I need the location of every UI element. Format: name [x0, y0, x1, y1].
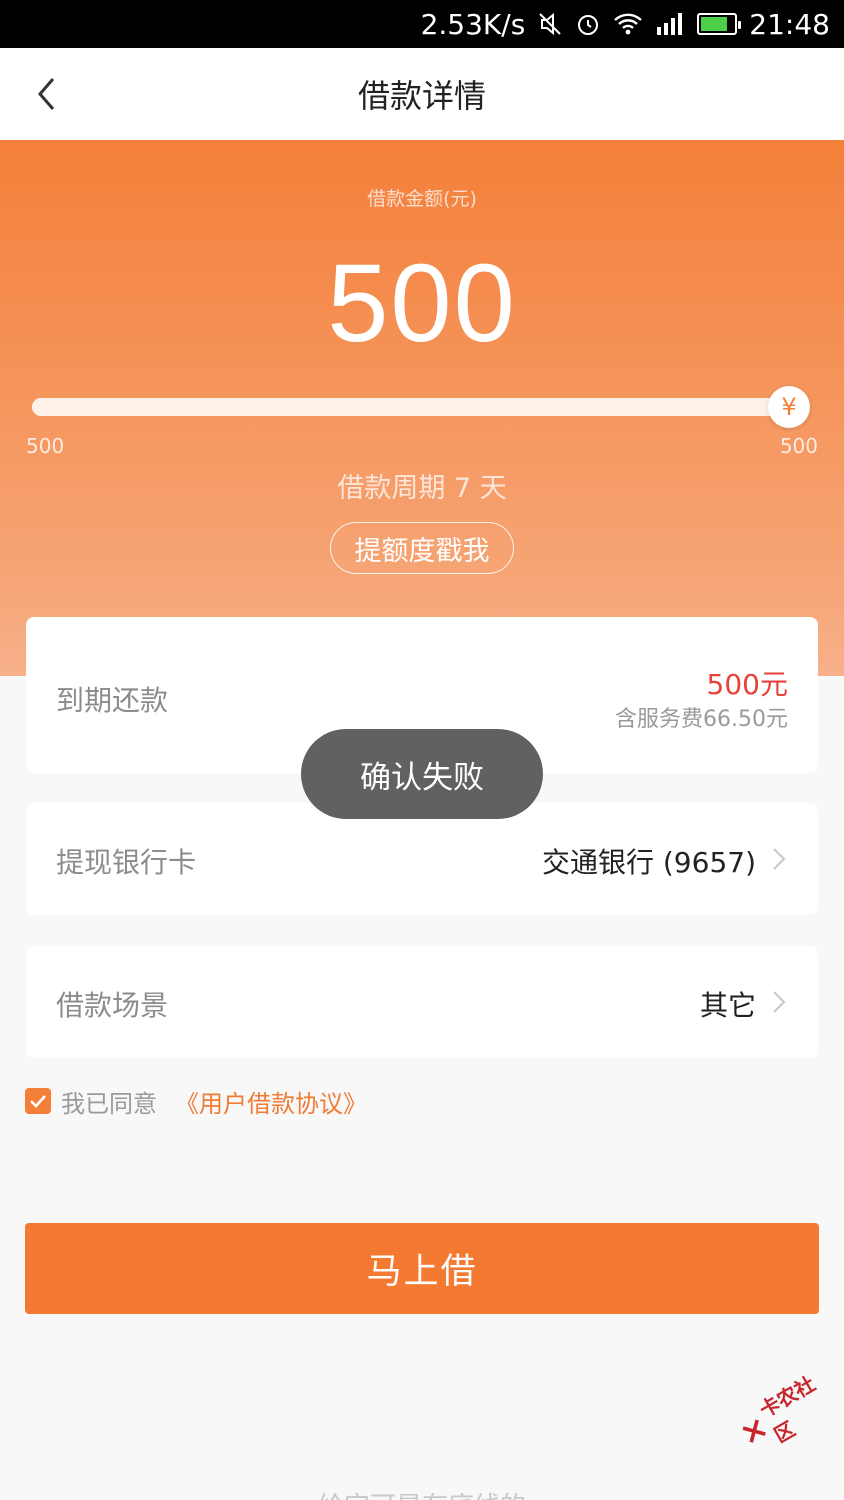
due-label: 到期还款: [56, 684, 169, 717]
mute-icon: [537, 11, 563, 37]
amount-value: 500: [327, 242, 517, 365]
bank-label: 提现银行卡: [56, 846, 197, 879]
service-fee: 含服务费66.50元: [615, 707, 788, 732]
battery-icon: [697, 13, 742, 35]
agreement-text: 我已同意: [61, 1089, 157, 1118]
loan-scene-row[interactable]: 借款场景 其它: [26, 946, 818, 1058]
raise-limit-button[interactable]: 提额度戳我: [330, 522, 514, 574]
footer-text: 给宝可是有底线的: [0, 1486, 844, 1500]
watermark: 卡农社区: [730, 1362, 844, 1462]
chevron-right-icon: [773, 848, 786, 870]
slider-max-label: 500: [779, 434, 818, 458]
scene-value: 其它: [699, 989, 756, 1022]
slider-min-label: 500: [26, 434, 65, 458]
yuan-icon: ¥: [781, 393, 797, 421]
clock: 21:48: [749, 7, 830, 41]
chevron-left-icon: [38, 78, 55, 110]
wifi-icon: [613, 11, 643, 37]
loan-amount-panel: 借款金额(元) 500 ¥ 500 500 借款周期 7 天 提额度戳我: [0, 140, 844, 676]
network-speed: 2.53K/s: [420, 7, 526, 41]
agreement-link[interactable]: 《用户借款协议》: [175, 1084, 367, 1119]
amount-label: 借款金额(元): [367, 188, 477, 210]
bank-value: 交通银行 (9657): [541, 846, 756, 879]
agreement-checkbox[interactable]: [25, 1088, 51, 1114]
loan-period: 借款周期 7 天: [337, 473, 507, 504]
withdraw-bank-card-row[interactable]: 提现银行卡 交通银行 (9657): [26, 803, 818, 915]
checkmark-icon: [30, 1095, 46, 1108]
amount-slider[interactable]: [32, 398, 794, 416]
due-amount: 500元: [706, 668, 788, 701]
app-header: 借款详情: [0, 48, 844, 140]
chevron-right-icon: [773, 991, 786, 1013]
signal-icon: [655, 11, 685, 37]
slider-thumb[interactable]: ¥: [768, 386, 810, 428]
borrow-now-button[interactable]: 马上借: [25, 1223, 819, 1314]
alarm-icon: [575, 11, 601, 37]
agreement-row: 我已同意 《用户借款协议》: [25, 1084, 367, 1119]
status-bar: 2.53K/s 21:48: [0, 0, 844, 48]
scene-label: 借款场景: [56, 989, 169, 1022]
slider-fill: [32, 398, 794, 416]
toast-message: 确认失败: [301, 729, 543, 819]
back-button[interactable]: [24, 72, 68, 116]
page-title: 借款详情: [357, 77, 486, 115]
